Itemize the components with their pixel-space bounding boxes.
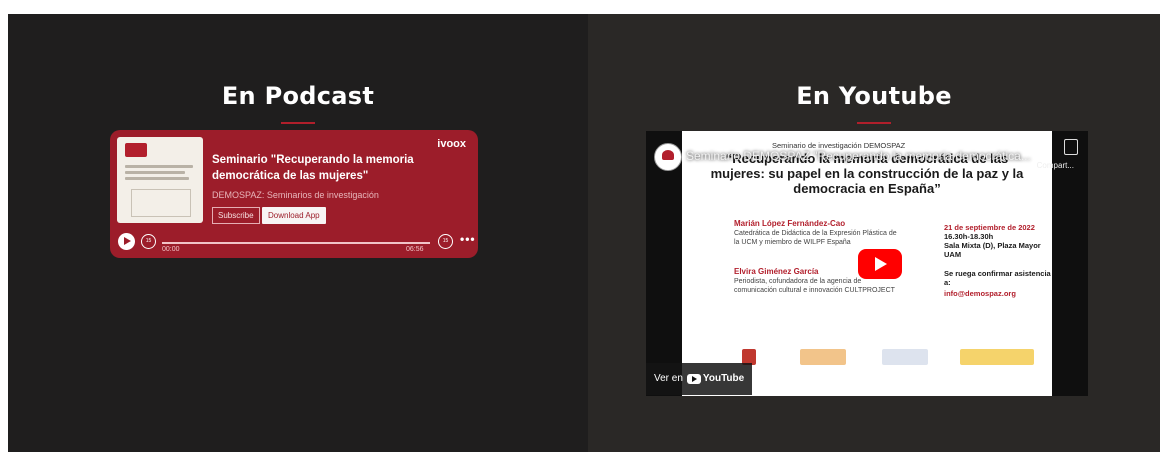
speaker1-desc: Catedrática de Didáctica de la Expresión… <box>734 230 897 246</box>
rsvp-text: Se ruega confirmar asistencia a: <box>944 269 1051 287</box>
youtube-logo-icon <box>686 374 701 384</box>
current-time: 00:00 <box>162 246 180 253</box>
podcast-panel: En Podcast ivoox Seminario "Recuperando … <box>8 14 588 452</box>
ivoox-player-card: ivoox Seminario "Recuperando la memoria … <box>110 130 478 258</box>
episode-cover-image[interactable] <box>117 137 203 223</box>
progress-bar[interactable] <box>162 242 430 244</box>
subscribe-button[interactable]: Subscribe <box>212 207 260 224</box>
wilpf-logo <box>882 349 928 365</box>
youtube-panel: En Youtube Seminario de investigación DE… <box>588 14 1160 452</box>
speaker2-desc: Periodista, cofundadora de la agencia de… <box>734 278 895 294</box>
youtube-title-divider <box>857 122 891 124</box>
rewind-15-icon[interactable]: 15 <box>141 234 156 249</box>
share-icon[interactable] <box>1064 139 1078 155</box>
cover-text-line <box>125 171 185 174</box>
event-time: 16.30h-18.30h <box>944 232 994 241</box>
fundacion-logo <box>800 349 846 365</box>
more-options-icon[interactable]: ••• <box>460 232 476 246</box>
watch-on-label: Ver en <box>654 373 683 384</box>
youtube-wordmark: YouTube <box>702 373 745 384</box>
rsvp-email: info@demospaz.org <box>944 289 1016 298</box>
total-duration: 06:56 <box>406 246 424 253</box>
youtube-section-title: En Youtube <box>796 82 952 110</box>
speaker1-name: Marián López Fernández-Cao <box>734 219 846 228</box>
play-icon[interactable] <box>118 233 135 250</box>
episode-title[interactable]: Seminario "Recuperando la memoria democr… <box>212 152 470 184</box>
event-date: 21 de septiembre de 2022 <box>944 223 1035 232</box>
cover-logo-mark <box>125 143 147 157</box>
watch-on-youtube-button[interactable]: Ver en YouTube <box>646 363 753 395</box>
cover-text-line <box>125 165 193 168</box>
share-label[interactable]: Compart... <box>1037 161 1074 170</box>
podcast-section-title: En Podcast <box>221 82 375 110</box>
event-place: Sala Mixta (D), Plaza Mayor UAM <box>944 241 1041 259</box>
show-name[interactable]: DEMOSPAZ: Seminarios de investigación <box>212 190 379 200</box>
podcast-title-divider <box>281 122 315 124</box>
ivoox-logo[interactable]: ivoox <box>437 138 466 150</box>
ministry-logo <box>960 349 1034 365</box>
video-title[interactable]: Seminario DEMOSPAZ "Recuperando la memor… <box>686 149 1031 163</box>
youtube-play-icon[interactable] <box>858 249 902 279</box>
download-app-button[interactable]: Download App <box>262 207 326 224</box>
forward-15-icon[interactable]: 15 <box>438 234 453 249</box>
youtube-logo: YouTube <box>686 363 745 395</box>
cover-info-box <box>131 189 191 217</box>
youtube-embed[interactable]: Seminario de investigación DEMOSPAZ “Rec… <box>646 131 1088 396</box>
cover-text-line <box>125 177 189 180</box>
channel-avatar[interactable] <box>654 143 682 171</box>
speaker2-name: Elvira Giménez García <box>734 267 819 276</box>
audio-controls: 15 00:00 06:56 15 ••• <box>110 230 478 258</box>
